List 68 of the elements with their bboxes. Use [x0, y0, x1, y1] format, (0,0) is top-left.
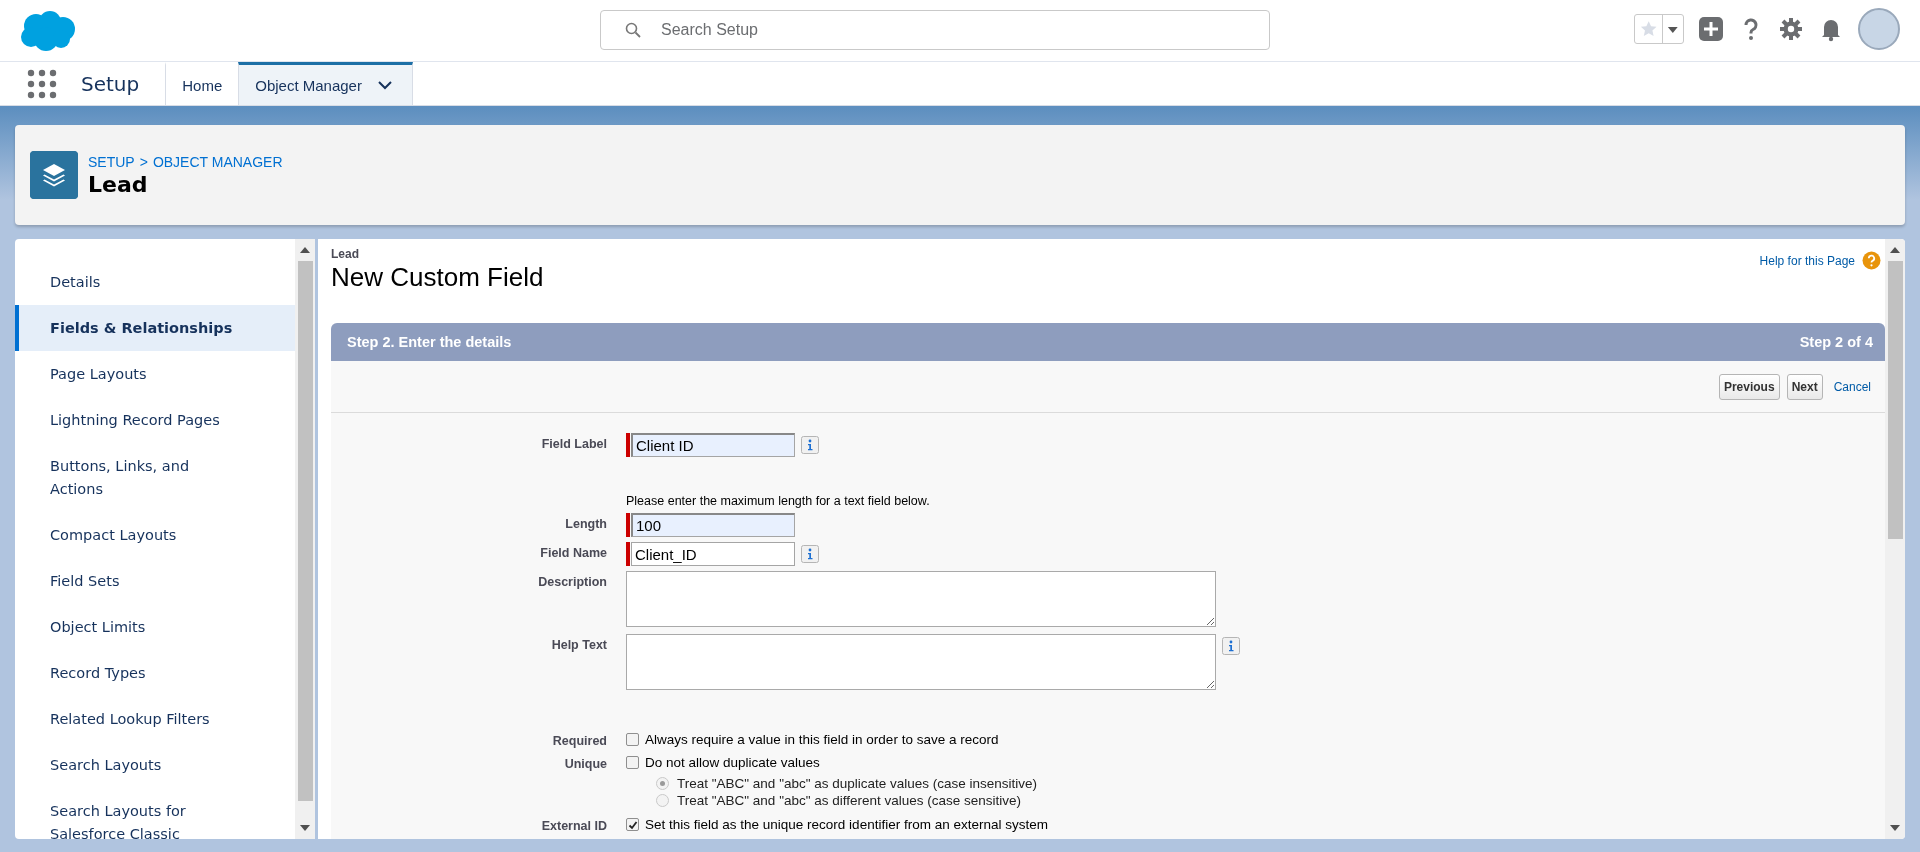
user-avatar[interactable]: [1858, 8, 1900, 50]
text-input[interactable]: Client ID: [631, 433, 795, 457]
text-input[interactable]: 100: [631, 513, 795, 537]
sidebar-item[interactable]: Details: [15, 259, 295, 305]
hint-text: Please enter the maximum length for a text field below.: [626, 494, 931, 508]
checkbox[interactable]: [626, 818, 639, 831]
sidebar-item[interactable]: Compact Layouts: [15, 512, 295, 558]
field-label: Help Text: [550, 637, 607, 654]
chevron-down-icon[interactable]: [377, 80, 392, 90]
field-label: Description: [537, 574, 607, 591]
cloud-logo[interactable]: [18, 9, 76, 52]
sidebar-item[interactable]: Search Layouts: [15, 742, 295, 788]
info-icon[interactable]: [801, 436, 819, 454]
breadcrumb-link[interactable]: OBJECT MANAGER: [152, 153, 283, 170]
scrollbar[interactable]: [295, 239, 315, 839]
help-icon[interactable]: [1862, 251, 1881, 270]
help-link[interactable]: Help for this Page: [1759, 253, 1855, 268]
sidebar-item[interactable]: Search Layouts for Salesforce Classic: [15, 788, 295, 839]
scroll-down-icon[interactable]: [1890, 825, 1900, 831]
object-title: Lead: [88, 171, 149, 197]
search-field[interactable]: Search Setup: [600, 10, 1270, 50]
radio-label: Treat "ABC" and "abc" as duplicate values (case insensitive): [677, 776, 1038, 791]
field-label: Length: [564, 516, 607, 533]
cancel-link[interactable]: Cancel: [1833, 379, 1871, 394]
checkbox-label: Do not allow duplicate values: [645, 755, 820, 770]
checkbox[interactable]: [626, 733, 639, 746]
nav-button[interactable]: Next: [1786, 373, 1823, 400]
sidebar-item[interactable]: Object Limits: [15, 604, 295, 650]
sidebar-item[interactable]: Related Lookup Filters: [15, 696, 295, 742]
object-name: Lead: [331, 247, 360, 261]
app-launcher-icon[interactable]: [27, 69, 57, 99]
text-area[interactable]: [626, 571, 1216, 627]
nav-tab[interactable]: Object Manager: [238, 62, 413, 105]
sidebar-item[interactable]: Lightning Record Pages: [15, 397, 295, 443]
step-counter: Step 2 of 4: [1799, 334, 1873, 350]
info-icon[interactable]: [1222, 637, 1240, 655]
field-label: Required: [551, 733, 607, 748]
app-title: Setup: [81, 71, 140, 96]
checkbox-label: Always require a value in this field in order to save a record: [645, 732, 999, 747]
settings-icon[interactable]: [1778, 16, 1804, 42]
scroll-up-icon[interactable]: [1890, 247, 1900, 253]
text-area[interactable]: [626, 634, 1216, 690]
sidebar-item[interactable]: Record Types: [15, 650, 295, 696]
field-label: External ID: [540, 818, 607, 833]
nav-button[interactable]: Previous: [1718, 373, 1780, 400]
page-title: New Custom Field: [331, 262, 544, 293]
sidebar-item[interactable]: Page Layouts: [15, 351, 295, 397]
sidebar-item[interactable]: Field Sets: [15, 558, 295, 604]
scroll-down-icon[interactable]: [300, 825, 310, 831]
step-title: Step 2. Enter the details: [347, 334, 512, 350]
radio-label: Treat "ABC" and "abc" as different values (case sensitive): [677, 793, 1022, 808]
info-icon[interactable]: [801, 545, 819, 563]
plus-icon[interactable]: [1698, 16, 1724, 42]
breadcrumb-link[interactable]: SETUP: [88, 153, 135, 170]
field-label: Field Label: [540, 436, 607, 453]
layers-icon: [30, 151, 78, 199]
sidebar-item[interactable]: Fields & Relationships: [15, 305, 295, 351]
sidebar-item[interactable]: Buttons, Links, and Actions: [15, 443, 295, 512]
scroll-up-icon[interactable]: [300, 247, 310, 253]
field-label: Field Name: [539, 545, 607, 562]
checkbox-label: Set this field as the unique record identifier from an external system: [645, 817, 1048, 832]
search-icon: [625, 22, 641, 38]
search-input[interactable]: Search Setup: [659, 12, 1263, 48]
text-input[interactable]: Client_ID: [631, 542, 795, 566]
field-label: Unique: [563, 756, 607, 773]
breadcrumb-separator: >: [139, 153, 148, 170]
checkbox[interactable]: [626, 756, 639, 769]
scrollbar[interactable]: [1885, 239, 1905, 839]
